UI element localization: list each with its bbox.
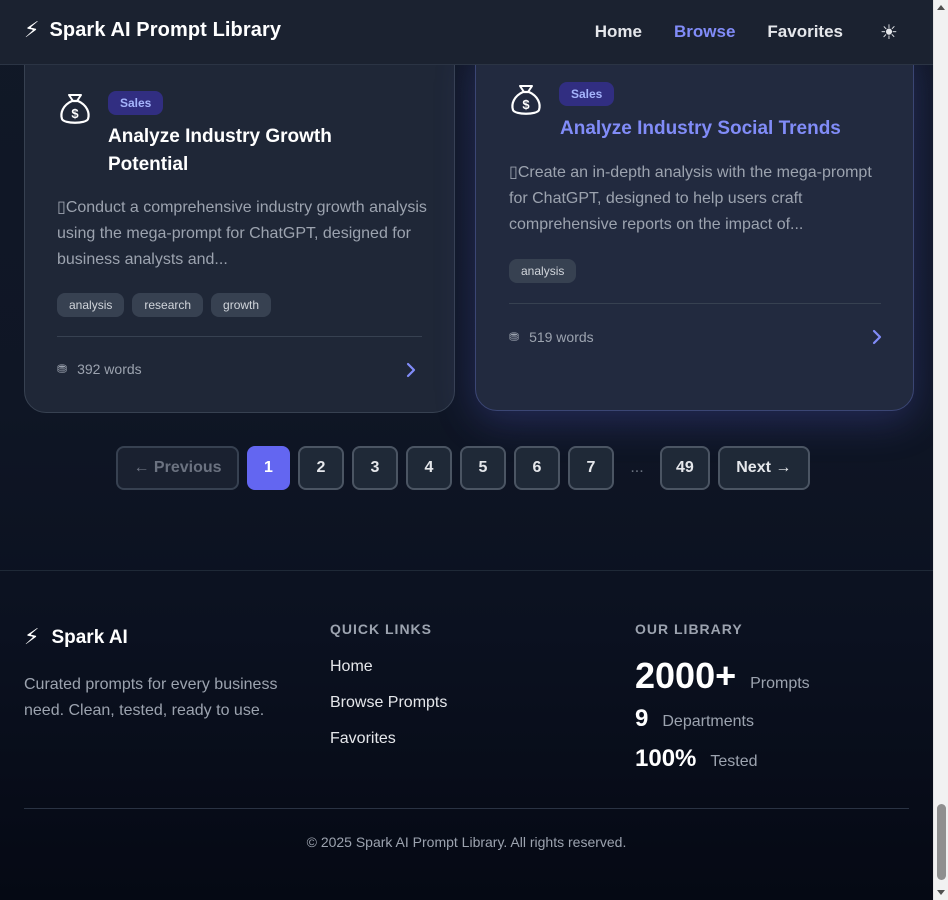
site-title: Spark AI Prompt Library [49,19,282,41]
footer-link-favorites[interactable]: Favorites [330,730,447,748]
copyright: © 2025 Spark AI Prompt Library. All righ… [306,834,627,850]
page-button[interactable]: 4 [406,446,452,490]
page-scrollbar[interactable] [933,0,948,900]
scroll-up-arrow-icon[interactable] [937,5,945,10]
site-footer: ⚡ Spark AI Curated prompts for every bus… [0,570,933,900]
card-description: ▯Create an in-depth analysis with the me… [509,164,872,233]
stat-value: 2000+ [635,655,737,696]
page-button[interactable]: 5 [460,446,506,490]
prompt-card[interactable]: $ Sales Analyze Industry Growth Potentia… [24,40,455,413]
missing-glyph-icon: ▯ [57,199,66,216]
tag[interactable]: growth [211,293,272,317]
stat-label: Prompts [750,675,810,692]
missing-glyph-icon: ▯ [509,164,518,181]
library-heading: OUR LIBRARY [635,621,743,637]
category-badge: Sales [559,82,615,106]
scrollbar-thumb[interactable] [937,804,946,880]
page-button[interactable]: 2 [298,446,344,490]
card-title[interactable]: Analyze Industry Growth Potential [108,123,408,179]
footer-divider [24,808,909,809]
nav-favorites[interactable]: Favorites [767,22,843,42]
svg-text:$: $ [522,97,530,112]
document-icon: ⛃ [509,330,520,344]
footer-brand-name: Spark AI [51,627,128,648]
card-description: ▯Conduct a comprehensive industry growth… [57,199,427,268]
chevron-right-icon[interactable] [404,361,418,379]
site-header: ⚡ Spark AI Prompt Library Home Browse Fa… [0,0,933,65]
money-bag-icon: $ [60,94,90,124]
tag-list: analysis research growth [57,293,272,317]
prompt-card[interactable]: $ Sales Analyze Industry Social Trends ▯… [475,40,914,411]
lightning-icon: ⚡ [24,17,40,43]
page-button[interactable]: 3 [352,446,398,490]
document-icon: ⛃ [57,362,68,376]
stat-label: Tested [710,753,758,770]
nav-home[interactable]: Home [595,22,642,42]
stat-tested: 100% Tested [635,745,758,773]
word-count: ⛃ 519 words [509,329,594,345]
pagination: ← Previous 1 2 3 4 5 6 7 ... 49 Next → [116,446,810,490]
stat-prompts: 2000+ Prompts [635,655,810,697]
main-nav: Home Browse Favorites [595,22,843,42]
stat-label: Departments [662,713,754,730]
footer-link-home[interactable]: Home [330,658,447,676]
category-badge: Sales [108,91,164,115]
nav-browse[interactable]: Browse [674,22,735,42]
stat-value: 9 [635,705,649,732]
money-bag-icon: $ [511,85,541,115]
quick-links-heading: QUICK LINKS [330,621,432,637]
sun-icon[interactable]: ☀ [880,20,898,44]
footer-brand: ⚡ Spark AI [24,627,128,649]
tag[interactable]: analysis [57,293,125,317]
previous-page-button[interactable]: ← Previous [116,446,239,490]
card-title[interactable]: Analyze Industry Social Trends [560,115,900,143]
brand[interactable]: ⚡ Spark AI Prompt Library [24,19,281,42]
tag[interactable]: analysis [509,259,577,283]
tag-list: analysis [509,259,577,283]
svg-text:$: $ [71,106,79,121]
chevron-right-icon[interactable] [870,328,884,346]
page-button[interactable]: 7 [568,446,614,490]
stat-departments: 9 Departments [635,705,754,733]
pagination-ellipsis: ... [630,459,644,476]
quick-links: Home Browse Prompts Favorites [330,658,447,748]
scroll-down-arrow-icon[interactable] [937,890,945,895]
card-divider [509,303,881,304]
page-button-current[interactable]: 1 [247,446,290,490]
word-count: ⛃ 392 words [57,361,142,377]
page-button[interactable]: 6 [514,446,560,490]
next-page-button[interactable]: Next → [717,446,810,490]
footer-description: Curated prompts for every business need.… [24,676,278,719]
stat-value: 100% [635,745,697,772]
page-button-last[interactable]: 49 [660,446,710,490]
lightning-icon: ⚡ [24,625,40,650]
tag[interactable]: research [132,293,204,317]
card-divider [57,336,422,337]
footer-link-browse[interactable]: Browse Prompts [330,694,447,712]
